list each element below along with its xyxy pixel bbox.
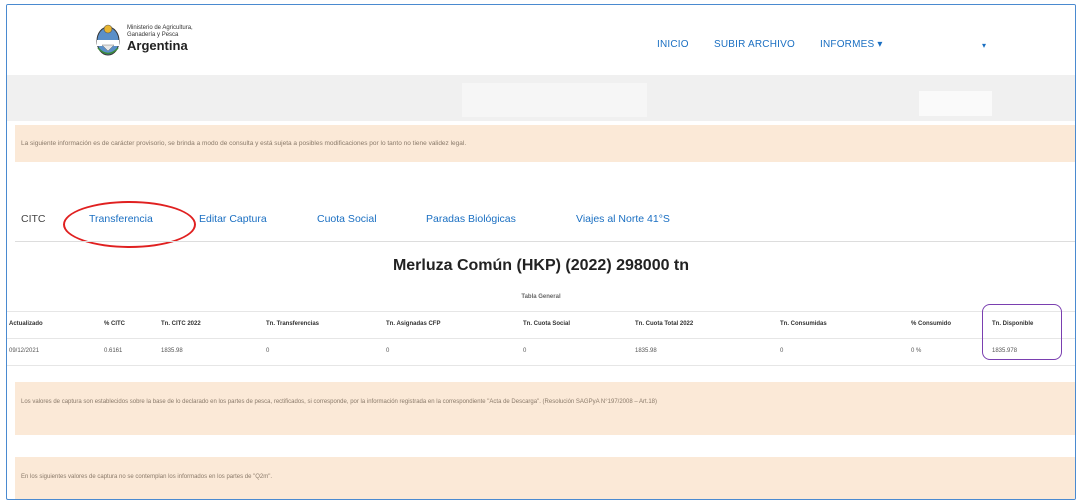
- capture-values-notice-text: Los valores de captura son establecidos …: [21, 399, 658, 405]
- excluded-values-notice: En los siguientes valores de captura no …: [15, 457, 1075, 499]
- user-menu-dropdown[interactable]: ▾: [982, 41, 986, 50]
- cell-tn-transferencias: 0: [266, 348, 270, 354]
- col-header-tn-cuota-total: Tn. Cuota Total 2022: [635, 321, 694, 327]
- table-caption: Tabla General: [521, 294, 561, 300]
- tab-editar-captura[interactable]: Editar Captura: [199, 213, 267, 225]
- nav-informes[interactable]: INFORMES ▾: [820, 39, 883, 50]
- banner-blank-box: [919, 91, 992, 116]
- cell-pct-citc: 0.6161: [104, 348, 123, 354]
- provisional-notice: La siguiente información es de carácter …: [15, 125, 1075, 162]
- table-row: 09/12/2021 0.6161 1835.98 0 0 0 1835.98 …: [7, 339, 1075, 366]
- col-header-actualizado: Actualizado: [9, 321, 43, 327]
- tab-citc[interactable]: CITC: [21, 213, 46, 225]
- ministry-name-line1: Ministerio de Agricultura,: [127, 25, 193, 31]
- page-title: Merluza Común (HKP) (2022) 298000 tn: [392, 257, 690, 274]
- cell-tn-consumidas: 0: [780, 348, 784, 354]
- col-header-tn-citc: Tn. CITC 2022: [161, 321, 201, 327]
- ministry-logo[interactable]: Ministerio de Agricultura, Ganadería y P…: [95, 23, 295, 67]
- col-header-tn-asignadas: Tn. Asignadas CFP: [386, 321, 441, 327]
- nav-subir-archivo[interactable]: SUBIR ARCHIVO: [714, 39, 795, 50]
- tab-cuota-social[interactable]: Cuota Social: [317, 213, 377, 225]
- col-header-tn-consumidas: Tn. Consumidas: [780, 321, 827, 327]
- banner-blank-area: [462, 83, 647, 117]
- cell-tn-cuota-social: 0: [523, 348, 527, 354]
- app-window: Ministerio de Agricultura, Ganadería y P…: [6, 4, 1076, 500]
- nav-inicio[interactable]: INICIO: [657, 39, 689, 50]
- col-header-pct-citc: % CITC: [104, 321, 125, 327]
- cell-tn-cuota-total: 1835.98: [635, 348, 657, 354]
- cell-pct-consumido: 0 %: [911, 348, 922, 354]
- excluded-values-notice-text: En los siguientes valores de captura no …: [21, 474, 273, 480]
- col-header-pct-consumido: % Consumido: [911, 321, 951, 327]
- country-name: Argentina: [127, 38, 188, 53]
- cell-tn-citc: 1835.98: [161, 348, 183, 354]
- tab-divider: [15, 241, 1075, 242]
- cell-actualizado: 09/12/2021: [9, 348, 40, 354]
- capture-values-notice: Los valores de captura son establecidos …: [15, 382, 1075, 435]
- coat-of-arms-icon: [96, 24, 120, 56]
- cell-tn-asignadas: 0: [386, 348, 390, 354]
- tab-paradas-biologicas[interactable]: Paradas Biológicas: [426, 213, 516, 225]
- table-header-row: Actualizado % CITC Tn. CITC 2022 Tn. Tra…: [7, 311, 1075, 339]
- page-banner: [7, 75, 1075, 121]
- tab-viajes-norte[interactable]: Viajes al Norte 41°S: [576, 213, 670, 225]
- col-header-tn-cuota-social: Tn. Cuota Social: [523, 321, 571, 327]
- col-header-tn-transferencias: Tn. Transferencias: [266, 321, 320, 327]
- highlight-annotation-disponible: [982, 304, 1062, 360]
- provisional-notice-text: La siguiente información es de carácter …: [21, 140, 467, 147]
